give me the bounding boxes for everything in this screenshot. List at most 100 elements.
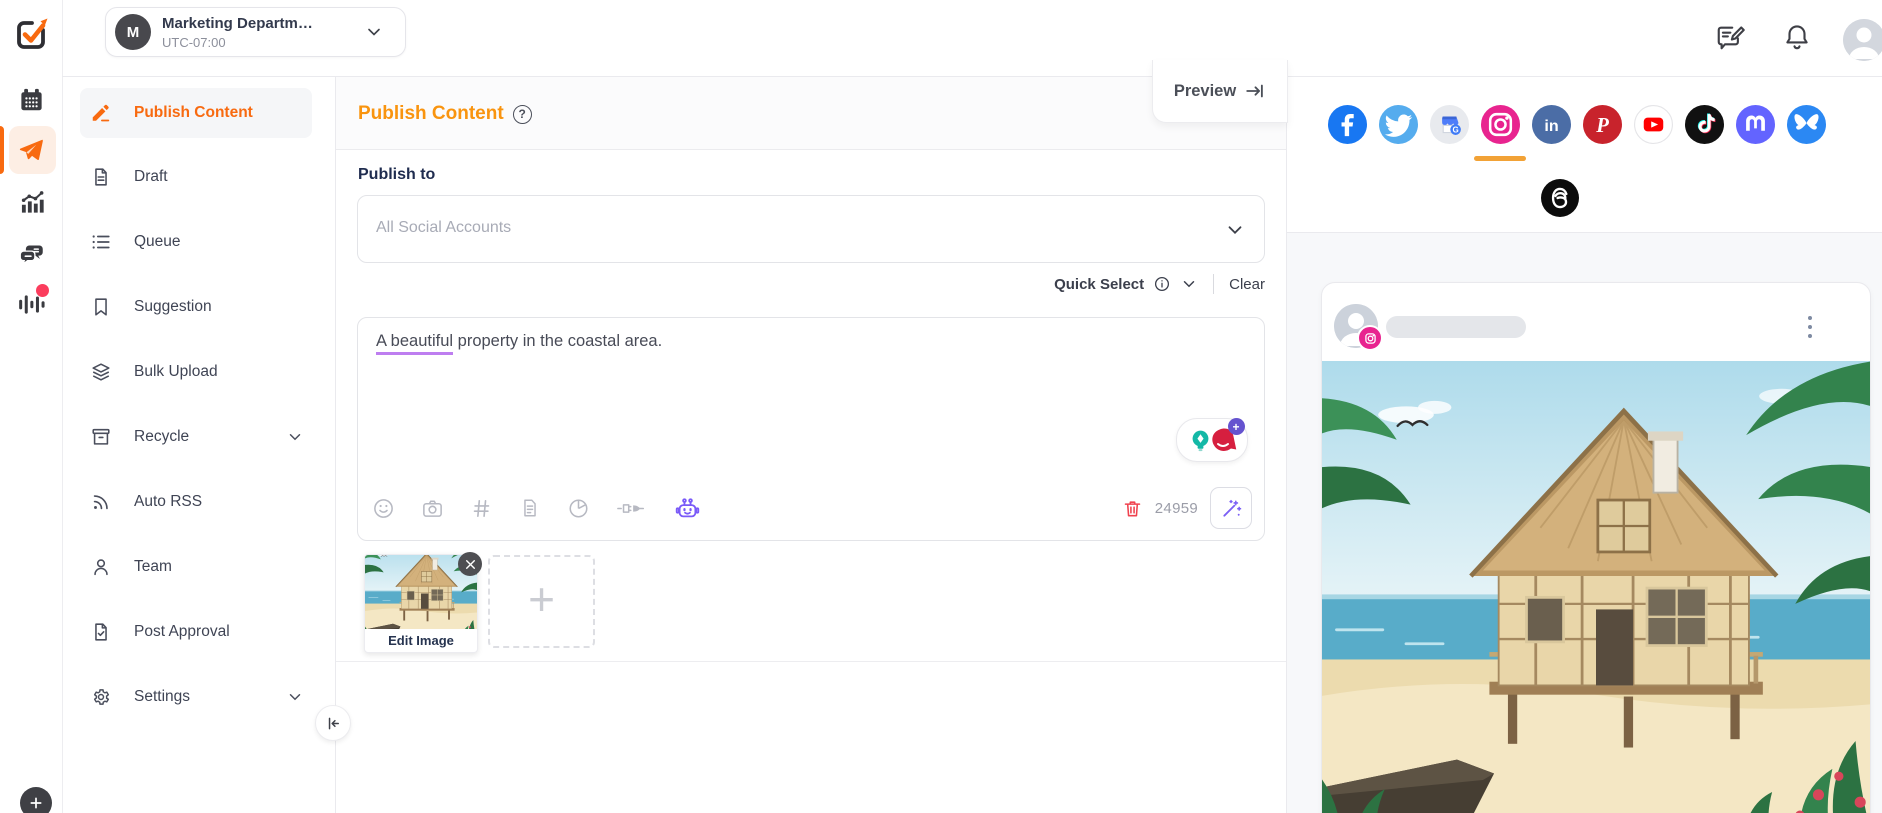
info-icon[interactable] xyxy=(1153,275,1171,293)
hashtag-icon[interactable] xyxy=(470,497,493,520)
page-title: Publish Content xyxy=(358,103,504,124)
google-business-icon[interactable]: G xyxy=(1430,105,1469,144)
preview-avatar xyxy=(1334,304,1383,351)
collapse-sidebar-button[interactable] xyxy=(315,705,351,741)
chevron-down-icon[interactable] xyxy=(1180,275,1198,293)
utm-pie-icon[interactable] xyxy=(567,497,590,520)
emoji-icon[interactable] xyxy=(372,497,395,520)
notifications-bell-icon[interactable] xyxy=(1782,22,1812,52)
chevron-down-icon xyxy=(286,428,304,446)
edit-image-button[interactable]: Edit Image xyxy=(365,629,477,652)
svg-text:P: P xyxy=(1595,115,1609,137)
sidebar-item-queue[interactable]: Queue xyxy=(80,217,312,267)
rss-icon xyxy=(90,491,112,513)
tiktok-icon[interactable] xyxy=(1685,105,1724,144)
facebook-icon[interactable] xyxy=(1328,105,1367,144)
sidebar-item-publish-content[interactable]: Publish Content xyxy=(80,88,312,138)
sidebar-item-recycle[interactable]: Recycle xyxy=(80,412,312,462)
pinterest-icon[interactable]: P xyxy=(1583,105,1622,144)
camera-media-icon[interactable] xyxy=(421,497,444,520)
publish-to-label: Publish to xyxy=(358,166,436,183)
champ-ai-icon: + xyxy=(1208,418,1245,455)
bookmark-icon xyxy=(90,296,112,318)
title-divider xyxy=(336,149,1286,150)
app-logo-icon xyxy=(13,15,49,51)
engage-nav-icon[interactable] xyxy=(0,241,62,268)
workspace-selector[interactable]: M Marketing Departm… UTC-07:00 xyxy=(105,7,406,57)
sidebar-item-label: Draft xyxy=(134,168,168,185)
post-preview-card xyxy=(1321,282,1871,813)
svg-text:in: in xyxy=(1544,117,1558,135)
clear-button[interactable]: Clear xyxy=(1229,276,1265,293)
chevron-down-icon xyxy=(286,688,304,706)
notification-dot xyxy=(36,284,49,297)
sidebar-item-team[interactable]: Team xyxy=(80,542,312,592)
instagram-icon[interactable] xyxy=(1481,105,1520,144)
sidebar-item-bulk-upload[interactable]: Bulk Upload xyxy=(80,347,312,397)
integrations-plug-icon[interactable] xyxy=(616,497,648,520)
sidebar-item-label: Publish Content xyxy=(134,104,253,121)
notes-icon[interactable] xyxy=(519,497,541,519)
youtube-icon[interactable] xyxy=(1634,105,1673,144)
listening-nav-icon[interactable] xyxy=(0,290,62,318)
sidebar-item-label: Bulk Upload xyxy=(134,363,218,380)
threads-icon[interactable] xyxy=(1541,179,1579,217)
remove-image-icon[interactable] xyxy=(458,552,482,576)
sidebar-item-label: Recycle xyxy=(134,428,190,445)
panel-divider xyxy=(1286,76,1287,813)
ai-robot-icon[interactable] xyxy=(674,495,701,522)
twitter-icon[interactable] xyxy=(1379,105,1418,144)
active-network-underline xyxy=(1474,156,1526,161)
bluesky-icon[interactable] xyxy=(1787,105,1826,144)
divider xyxy=(1213,274,1215,294)
pencil-icon xyxy=(90,102,112,124)
trash-icon[interactable] xyxy=(1122,498,1143,519)
sidebar-item-label: Auto RSS xyxy=(134,493,203,510)
network-tabs: G in P xyxy=(1328,105,1826,144)
grammar-highlight[interactable]: A beautiful xyxy=(376,332,454,355)
icon-rail xyxy=(0,0,63,813)
composer-text[interactable]: A beautiful property in the coastal area… xyxy=(376,332,663,355)
kebab-menu-icon[interactable] xyxy=(1800,309,1820,345)
accounts-select-placeholder: All Social Accounts xyxy=(376,219,512,236)
composer-toolbar: 24959 xyxy=(358,486,1266,530)
magic-wand-button[interactable] xyxy=(1210,487,1252,529)
help-icon[interactable]: ? xyxy=(512,104,532,124)
page-title-row: Publish Content ? xyxy=(358,103,532,125)
workspace-avatar: M xyxy=(115,14,151,50)
composer-section-divider xyxy=(336,661,1286,662)
mastodon-icon[interactable] xyxy=(1736,105,1775,144)
sidebar-item-label: Team xyxy=(134,558,172,575)
sidebar-item-draft[interactable]: Draft xyxy=(80,152,312,202)
publish-nav-icon[interactable] xyxy=(0,136,62,164)
workspace-name: Marketing Departm… xyxy=(162,15,313,32)
user-avatar[interactable] xyxy=(1843,19,1882,61)
composer-text-rest: property in the coastal area. xyxy=(453,332,663,350)
ai-suggestion-widget[interactable]: + xyxy=(1176,418,1248,462)
draft-icon xyxy=(90,166,112,188)
analytics-nav-icon[interactable] xyxy=(0,189,62,216)
sidebar-item-settings[interactable]: Settings xyxy=(80,672,312,722)
sidebar-item-post-approval[interactable]: Post Approval xyxy=(80,607,312,657)
plus-icon: + xyxy=(528,572,555,625)
accounts-select[interactable]: All Social Accounts xyxy=(357,195,1265,263)
linkedin-icon[interactable]: in xyxy=(1532,105,1571,144)
arrow-right-bar-icon xyxy=(1244,80,1266,102)
quick-select-button[interactable]: Quick Select xyxy=(1054,276,1144,293)
sidebar-item-label: Queue xyxy=(134,233,181,250)
person-icon xyxy=(90,556,112,578)
composer[interactable]: A beautiful property in the coastal area… xyxy=(357,317,1265,541)
instagram-badge-icon xyxy=(1357,325,1383,351)
archive-box-icon xyxy=(90,426,112,448)
add-media-button[interactable]: + xyxy=(488,555,595,648)
compose-message-icon[interactable] xyxy=(1716,22,1746,52)
queue-list-icon xyxy=(90,231,112,253)
preview-button[interactable]: Preview xyxy=(1152,60,1288,123)
sidebar-item-suggestion[interactable]: Suggestion xyxy=(80,282,312,332)
sidebar-item-label: Settings xyxy=(134,688,191,705)
app: M Marketing Departm… UTC-07:00 Publish C… xyxy=(0,0,1882,813)
sidebar-item-auto-rss[interactable]: Auto RSS xyxy=(80,477,312,527)
calendar-nav-icon[interactable] xyxy=(0,86,62,113)
add-workspace-button[interactable] xyxy=(20,787,52,813)
preview-label: Preview xyxy=(1173,81,1237,100)
